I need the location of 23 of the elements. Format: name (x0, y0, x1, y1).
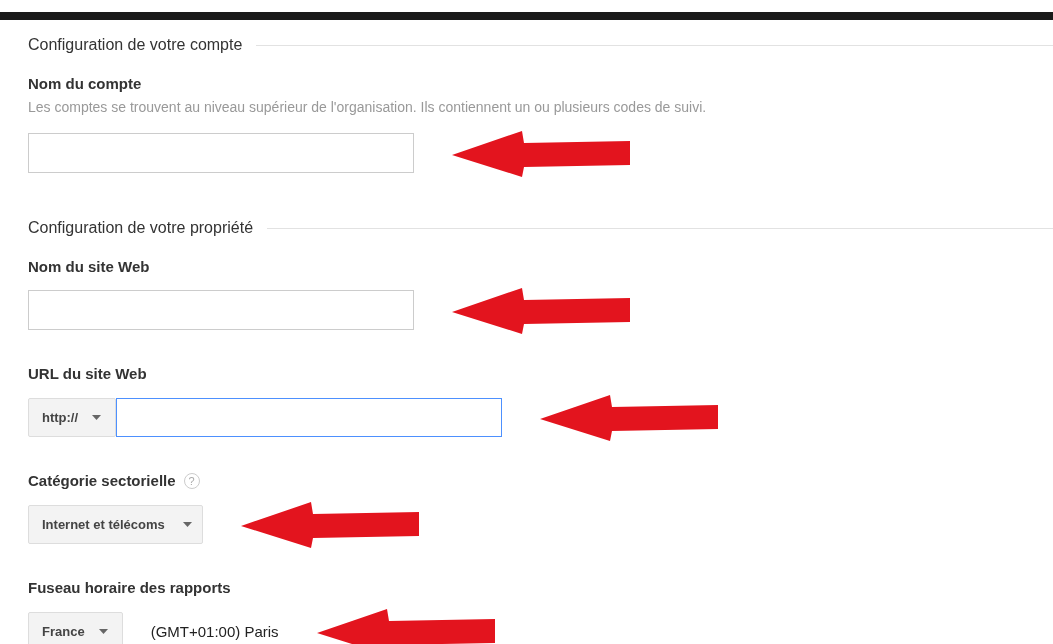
arrow-icon (452, 129, 632, 177)
category-dropdown[interactable]: Internet et télécoms (28, 504, 203, 544)
url-field[interactable] (116, 397, 503, 437)
section-title: Configuration de votre propriété (28, 218, 255, 238)
field-label: URL du site Web (28, 365, 147, 383)
caret-icon (98, 628, 108, 634)
caret-icon (92, 414, 102, 420)
protocol-dropdown[interactable]: http:// (28, 397, 117, 437)
field-label: Nom du site Web (28, 258, 150, 276)
section-title: Configuration de votre compte (28, 35, 244, 55)
field-label: Fuseau horaire des rapports (28, 579, 231, 597)
country-dropdown[interactable]: France (28, 611, 123, 644)
field-label: Nom du compte (28, 75, 142, 93)
arrow-icon (452, 286, 632, 334)
field-hint: Les comptes se trouvent au niveau supérieur de l'organisation. Ils contiennent un ou plusieurs codes de suivi. (28, 99, 708, 115)
field-label: Catégorie sectorielle (28, 472, 176, 490)
arrow-icon (240, 500, 421, 548)
timezone-text: (GMT+01:00) Paris (150, 622, 279, 640)
input-field[interactable] (28, 290, 414, 330)
arrow-icon (316, 607, 497, 644)
caret-icon (182, 521, 192, 527)
input-field[interactable] (28, 133, 414, 173)
arrow-icon (540, 393, 721, 441)
